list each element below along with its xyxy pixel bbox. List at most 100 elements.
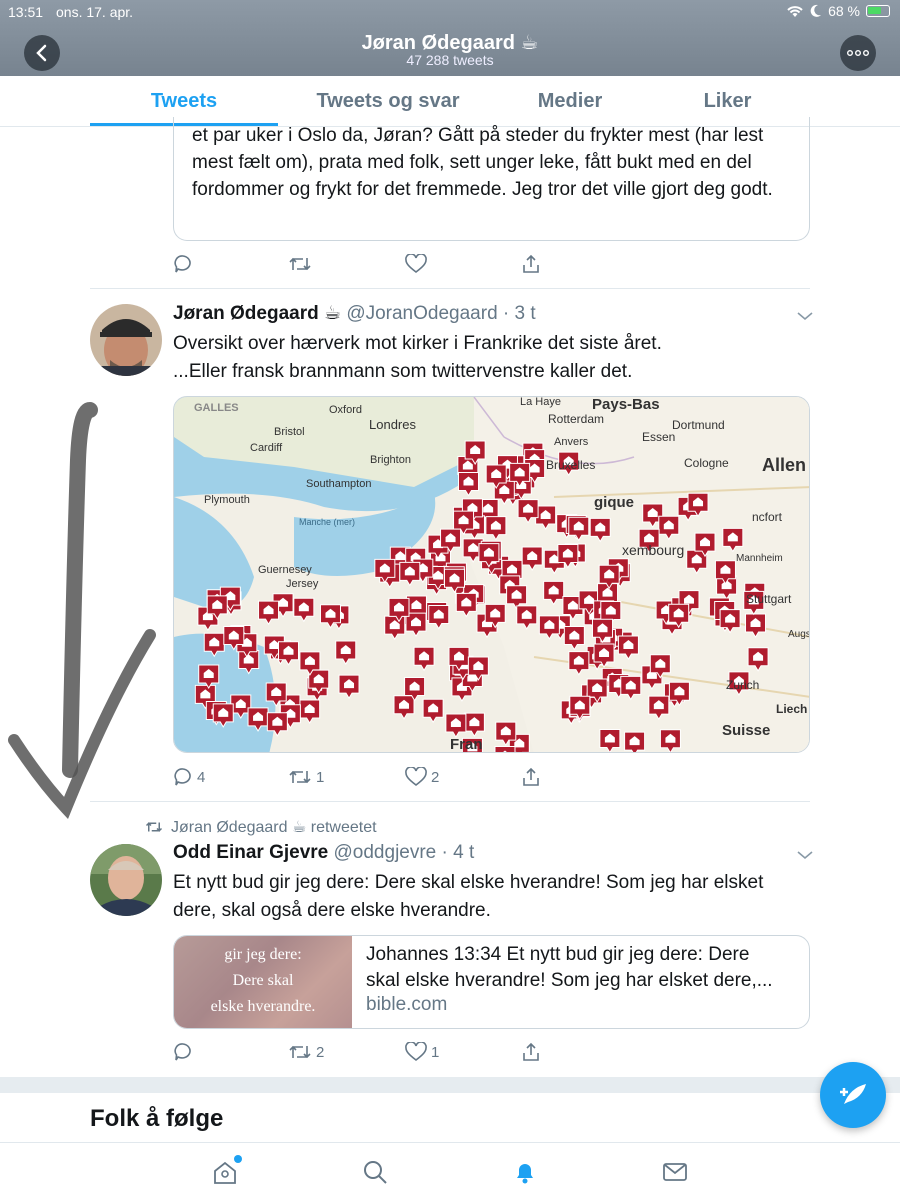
like-count: 1: [431, 1043, 440, 1061]
like-count: 2: [431, 768, 440, 786]
map-label: Augs: [788, 629, 810, 640]
map-label: Bruxelles: [546, 458, 595, 472]
battery-percent: 68 %: [828, 3, 860, 19]
battery-icon: [866, 5, 890, 17]
map-label: Southampton: [306, 478, 371, 490]
reply-button[interactable]: [173, 1042, 193, 1062]
retweet-icon: [289, 257, 311, 271]
like-button[interactable]: 2: [405, 767, 439, 787]
tweet-header: Odd Einar Gjevre @oddgjevre · 4 t: [173, 842, 474, 864]
section-separator: [0, 1077, 900, 1093]
more-button[interactable]: [840, 35, 876, 71]
retweet-icon: [289, 1045, 311, 1059]
chevron-down-icon[interactable]: [796, 849, 814, 861]
nav-home[interactable]: [210, 1155, 242, 1187]
card-title: Johannes 13:34 Et nytt bud gir jeg dere:…: [366, 942, 796, 994]
quoted-tweet-text: et par uker i Oslo da, Jøran? Gått på st…: [192, 125, 773, 200]
nav-messages[interactable]: [660, 1157, 690, 1187]
chevron-down-icon[interactable]: [796, 310, 814, 322]
tweet-header: Jøran Ødegaard ☕ @JoranOdegaard · 3 t: [173, 302, 536, 325]
map-label: ncfort: [752, 510, 783, 524]
map-label: Liech: [776, 702, 807, 716]
moon-icon: [810, 4, 822, 17]
author-name[interactable]: Odd Einar Gjevre: [173, 842, 328, 863]
retweet-count: 1: [316, 768, 325, 786]
author-handle[interactable]: @oddgjevre: [334, 842, 437, 863]
compose-icon: [840, 1084, 866, 1104]
map-label: La Haye: [520, 397, 561, 408]
share-button[interactable]: [521, 254, 541, 274]
reply-icon: [174, 255, 191, 273]
tweet-text-line: dere, skal også dere elske hverandre.: [173, 900, 491, 921]
tweet-text-line: Oversikt over hærverk mot kirker i Frank…: [173, 333, 662, 354]
avatar-odd-einar[interactable]: [90, 844, 162, 916]
mail-icon: [663, 1163, 687, 1181]
map-label: Bristol: [274, 426, 305, 438]
heart-icon: [405, 1042, 427, 1062]
home-icon: [214, 1161, 236, 1184]
home-notification-dot: [234, 1155, 242, 1163]
share-button[interactable]: [521, 1042, 541, 1062]
reply-button[interactable]: 4: [173, 767, 205, 787]
card-domain: bible.com: [366, 994, 448, 1015]
retweet-button[interactable]: [288, 254, 312, 274]
retweet-button[interactable]: 2: [288, 1042, 324, 1062]
status-bar: 13:51 ons. 17. apr. 68 %: [0, 0, 900, 26]
like-button[interactable]: 1: [405, 1042, 439, 1062]
share-icon: [523, 767, 539, 786]
card-title-line: skal elske hverandre! Som jeg har elsket…: [366, 970, 773, 991]
map-label: Mannheim: [736, 553, 783, 564]
map-label: Oxford: [329, 404, 362, 416]
tab-medier[interactable]: Medier: [490, 90, 650, 113]
like-button[interactable]: [405, 254, 427, 274]
reply-icon: [174, 1043, 191, 1061]
retweeted-by[interactable]: Jøran Ødegaard ☕ retweetet: [171, 817, 377, 837]
tab-liker[interactable]: Liker: [655, 90, 800, 113]
reply-icon: [174, 768, 191, 786]
bottom-navigation: [0, 1142, 900, 1200]
map-label: Brighton: [370, 454, 411, 466]
author-name[interactable]: Jøran Ødegaard ☕: [173, 303, 341, 324]
map-label: Cardiff: [250, 442, 283, 454]
reply-button[interactable]: [173, 254, 193, 274]
map-label: Zurich: [726, 678, 759, 692]
avatar-joran[interactable]: [90, 304, 162, 376]
retweet-button[interactable]: 1: [288, 767, 324, 787]
map-label: Anvers: [554, 436, 589, 448]
share-button[interactable]: [521, 767, 541, 787]
nav-search[interactable]: [360, 1157, 390, 1187]
map-label: Pays-Bas: [592, 397, 660, 413]
map-label: Stuttgart: [746, 592, 792, 606]
heart-icon: [405, 767, 427, 787]
author-handle[interactable]: @JoranOdegaard: [346, 303, 497, 324]
hand-drawn-arrow: [8, 402, 156, 819]
wifi-icon: [787, 6, 803, 17]
share-icon: [523, 1042, 539, 1061]
quoted-tweet[interactable]: et par uker i Oslo da, Jøran? Gått på st…: [173, 117, 810, 241]
card-image-text: gir jeg dere:: [224, 946, 302, 963]
map-label: Suisse: [722, 722, 770, 739]
retweet-count: 2: [316, 1043, 325, 1061]
profile-header: 13:51 ons. 17. apr. 68 % Jøran Ødegaard …: [0, 0, 900, 76]
card-image-text: Dere skal: [232, 972, 294, 989]
map-label: Allen: [762, 455, 806, 475]
map-label: Londres: [369, 417, 416, 432]
map-label: xembourg: [622, 542, 684, 558]
share-icon: [523, 254, 539, 273]
retweet-indicator: Jøran Ødegaard ☕ retweetet: [145, 817, 377, 837]
tab-tweets[interactable]: Tweets: [90, 90, 278, 113]
status-time: 13:51: [8, 4, 44, 20]
map-label: Rotterdam: [548, 412, 604, 426]
status-date: ons. 17. apr.: [56, 4, 134, 20]
tweet-time: · 4 t: [441, 842, 475, 863]
compose-tweet-button[interactable]: [820, 1062, 886, 1128]
card-title-line: Johannes 13:34 Et nytt bud gir jeg dere:…: [366, 944, 750, 965]
nav-notifications[interactable]: [510, 1157, 540, 1187]
map-label: Essen: [642, 430, 675, 444]
tab-tweets-og-svar[interactable]: Tweets og svar: [288, 90, 488, 113]
link-card[interactable]: gir jeg dere: Dere skal elske hverandre.…: [173, 935, 810, 1029]
tweet-actions: [173, 252, 573, 276]
map-image[interactable]: GALLES Oxford Londres Bristol Cardiff Br…: [173, 396, 810, 753]
tweet-actions: 2 1: [173, 1040, 573, 1064]
map-label: Plymouth: [204, 494, 250, 506]
